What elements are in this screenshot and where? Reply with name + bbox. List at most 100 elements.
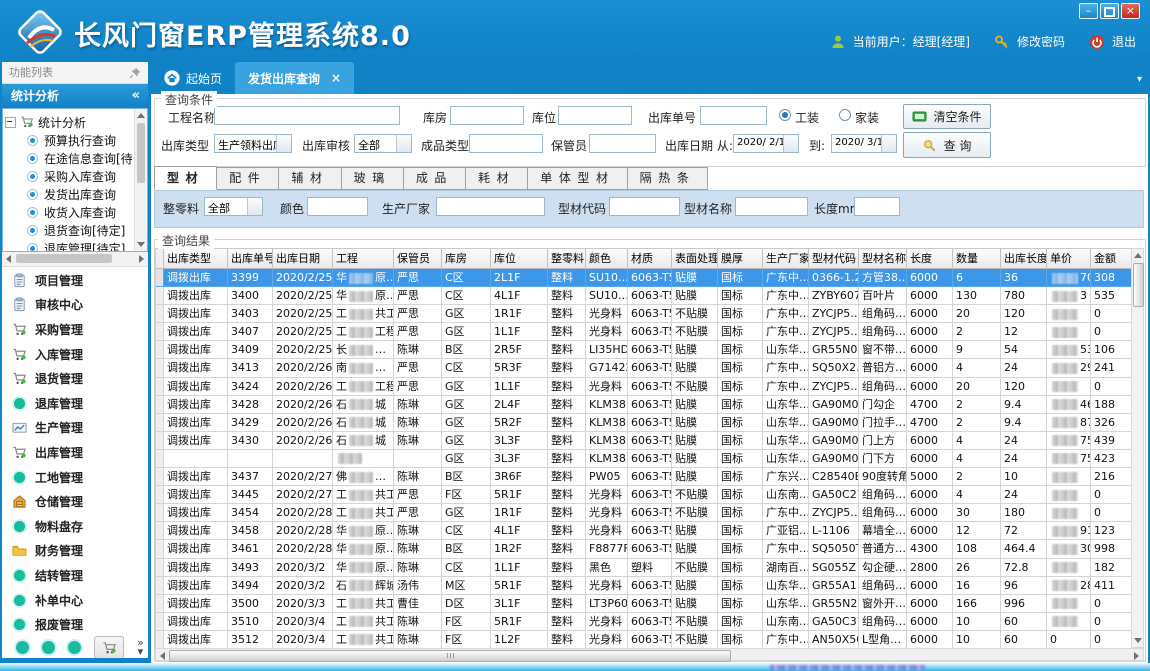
tree-item[interactable]: 退库管理[待定]	[3, 239, 133, 252]
column-header-库位[interactable]: 库位	[491, 249, 548, 269]
grid-vertical-scrollbar[interactable]	[1131, 248, 1144, 648]
column-header-膜厚[interactable]: 膜厚	[718, 249, 763, 269]
tab-close-icon[interactable]: ×	[331, 71, 341, 85]
sidebar-item-工地管理[interactable]: 工地管理	[2, 465, 148, 490]
table-row[interactable]: 调拨出库34372020/2/27佛…陈琳B区3R6F整料PW056063-T5…	[156, 468, 1131, 486]
horizontal-scroll-thumb[interactable]	[169, 650, 731, 662]
combo-arrow-icon[interactable]	[247, 198, 262, 215]
sidebar-item-物料盘存[interactable]: 物料盘存	[2, 514, 148, 539]
project-name-input[interactable]	[214, 106, 400, 125]
material-tab-隔热条[interactable]: 隔热条	[628, 167, 709, 190]
table-row[interactable]: 调拨出库34612020/2/28华原…陈琳B区1R2F整料F8877FT606…	[156, 540, 1131, 558]
change-password-link[interactable]: 修改密码	[1017, 33, 1065, 50]
table-row[interactable]: 调拨出库34242020/2/26工工程严思G区1L1F整料光身料6063-T5…	[156, 378, 1131, 396]
sidebar-item-补单中心[interactable]: 补单中心	[2, 588, 148, 613]
out-type-combo[interactable]: 生产领料出库	[214, 134, 292, 153]
table-row[interactable]: 调拨出库35002020/3/3工共工程曹佳D区3L1F整料LT3P606063…	[156, 595, 1131, 613]
product-type-input[interactable]	[469, 134, 543, 153]
code-input[interactable]	[609, 197, 680, 216]
radio-jiazhuang[interactable]	[839, 109, 851, 121]
audit-combo[interactable]: 全部	[354, 134, 412, 153]
length-input[interactable]	[854, 197, 900, 216]
tree-item[interactable]: 收货入库查询	[3, 203, 133, 221]
material-tab-单体型材[interactable]: 单体型材	[528, 167, 627, 190]
tree-vertical-scrollbar[interactable]	[134, 109, 147, 251]
color-input[interactable]	[307, 197, 368, 216]
sidebar-item-仓储管理[interactable]: 仓储管理	[2, 489, 148, 514]
zhengling-combo[interactable]: 全部	[204, 197, 263, 216]
column-header-出库类型[interactable]: 出库类型	[164, 249, 228, 269]
material-tab-耗材[interactable]: 耗材	[466, 167, 528, 190]
column-header-表面处理[interactable]: 表面处理	[672, 249, 718, 269]
column-header-保管员[interactable]: 保管员	[394, 249, 442, 269]
column-header-生产厂家[interactable]: 生产厂家	[763, 249, 809, 269]
column-header-工程[interactable]: 工程	[333, 249, 394, 269]
tab-起始页[interactable]: 起始页	[151, 62, 235, 94]
radio-jiazhuang-label[interactable]: 家装	[855, 109, 879, 126]
tabbar-overflow-icon[interactable]: ▾	[1137, 74, 1142, 85]
menu-overflow-button[interactable]: »▾	[137, 638, 144, 656]
sidebar-item-入库管理[interactable]: 入库管理	[2, 342, 148, 367]
collapse-icon[interactable]: «	[132, 84, 140, 108]
table-row[interactable]: 调拨出库34092020/2/25长…陈琳B区2R5F整料LI35HD6063-…	[156, 341, 1131, 359]
table-row[interactable]: 调拨出库34582020/2/28华原…陈琳C区4L1F整料光身料6063-T5…	[156, 522, 1131, 540]
tree-root-node[interactable]: 统计分析	[5, 113, 86, 131]
pin-icon[interactable]	[128, 66, 142, 80]
sidebar-item-审核中心[interactable]: 审核中心	[2, 293, 148, 318]
table-row[interactable]: 调拨出库34292020/2/26石城陈琳G区5R2F整料KLM38176063…	[156, 414, 1131, 432]
material-tab-玻璃[interactable]: 玻璃	[342, 167, 404, 190]
tree-item[interactable]: 采购入库查询	[3, 167, 133, 185]
table-row[interactable]: 调拨出库34132020/2/26南…严思C区5R3F整料G714226063-…	[156, 359, 1131, 377]
warehouse-input[interactable]	[450, 106, 524, 125]
radio-gongzhuang[interactable]	[779, 109, 791, 121]
radio-gongzhuang-label[interactable]: 工装	[795, 109, 819, 126]
tree-item[interactable]: 在途信息查询[待	[3, 149, 133, 167]
table-row[interactable]: 调拨出库34542020/2/28工共工程严思G区1R1F整料光身料6063-T…	[156, 504, 1131, 522]
table-row[interactable]: 调拨出库34032020/2/25工共工程严思G区1R1F整料光身料6063-T…	[156, 305, 1131, 323]
sidebar-item-财务管理[interactable]: 财务管理	[2, 539, 148, 564]
date-from-picker[interactable]: 2020/ 2/16	[733, 134, 799, 153]
sidebar-item-出库管理[interactable]: 出库管理	[2, 440, 148, 465]
table-row[interactable]: 调拨出库34942020/3/2石辉城汤伟M区5R1F整料光身料6063-T5贴…	[156, 577, 1131, 595]
sidebar-item-生产管理[interactable]: 生产管理	[2, 416, 148, 441]
sidebar-item-报废管理[interactable]: 报废管理	[2, 612, 148, 637]
date-to-picker[interactable]: 2020/ 3/16	[831, 134, 897, 153]
table-row[interactable]: 调拨出库35102020/3/4工共工程陈琳F区5R1F整料光身料6063-T5…	[156, 613, 1131, 631]
combo-arrow-icon[interactable]	[881, 135, 896, 152]
column-header-型材代码[interactable]: 型材代码	[809, 249, 859, 269]
section-header[interactable]: 统计分析 «	[2, 84, 148, 108]
vertical-scroll-thumb[interactable]	[1133, 263, 1144, 307]
clear-conditions-button[interactable]: 清空条件	[903, 104, 991, 129]
table-row[interactable]: 调拨出库34072020/2/25工工程严思G区1L1F整料光身料6063-T5…	[156, 323, 1131, 341]
table-row[interactable]: 调拨出库34282020/2/26石城陈琳G区2L4F整料KLM38176063…	[156, 396, 1131, 414]
column-header-型材名称[interactable]: 型材名称	[859, 249, 907, 269]
quick-circle-icon[interactable]	[42, 641, 55, 654]
location-input[interactable]	[558, 106, 632, 125]
logout-link[interactable]: 退出	[1112, 33, 1136, 50]
table-row[interactable]: 调拨出库35122020/3/4工共工程陈琳F区1L2F整料光身料6063-T5…	[156, 631, 1131, 648]
tree-item[interactable]: 退货查询[待定]	[3, 221, 133, 239]
combo-arrow-icon[interactable]	[783, 135, 798, 152]
sidebar-item-退货管理[interactable]: 退货管理	[2, 366, 148, 391]
table-row[interactable]: 调拨出库34452020/2/27工共工程严思F区5R1F整料光身料6063-T…	[156, 486, 1131, 504]
quick-cart-button[interactable]	[94, 636, 124, 659]
material-tab-辅材[interactable]: 辅材	[279, 167, 341, 190]
tree-item[interactable]: 预算执行查询	[3, 131, 133, 149]
material-tab-配件[interactable]: 配件	[217, 167, 279, 190]
keeper-input[interactable]	[589, 134, 656, 153]
table-row[interactable]: 调拨出库33992020/2/25华原…严思C区2L1F整料SU10…6063-…	[156, 269, 1131, 287]
column-header-单价[interactable]: 单价	[1047, 249, 1091, 269]
column-header-出库日期[interactable]: 出库日期	[273, 249, 333, 269]
material-tab-成品[interactable]: 成品	[404, 167, 466, 190]
tree-expander-icon[interactable]	[5, 117, 16, 128]
sidebar-item-采购管理[interactable]: 采购管理	[2, 317, 148, 342]
combo-arrow-icon[interactable]	[396, 135, 411, 152]
table-row[interactable]: 调拨出库34302020/2/26石城陈琳G区3L3F整料KLM38176063…	[156, 432, 1131, 450]
column-header-数量[interactable]: 数量	[953, 249, 1001, 269]
close-button[interactable]: ×	[1121, 3, 1140, 19]
factory-input[interactable]	[436, 197, 545, 216]
combo-arrow-icon[interactable]	[276, 135, 291, 152]
name-input[interactable]	[735, 197, 808, 216]
sidebar-item-项目管理[interactable]: 项目管理	[2, 268, 148, 293]
table-row[interactable]: 调拨出库34932020/3/2华原…陈琳C区1L1F整料黑色塑料不贴膜国标湖南…	[156, 559, 1131, 577]
